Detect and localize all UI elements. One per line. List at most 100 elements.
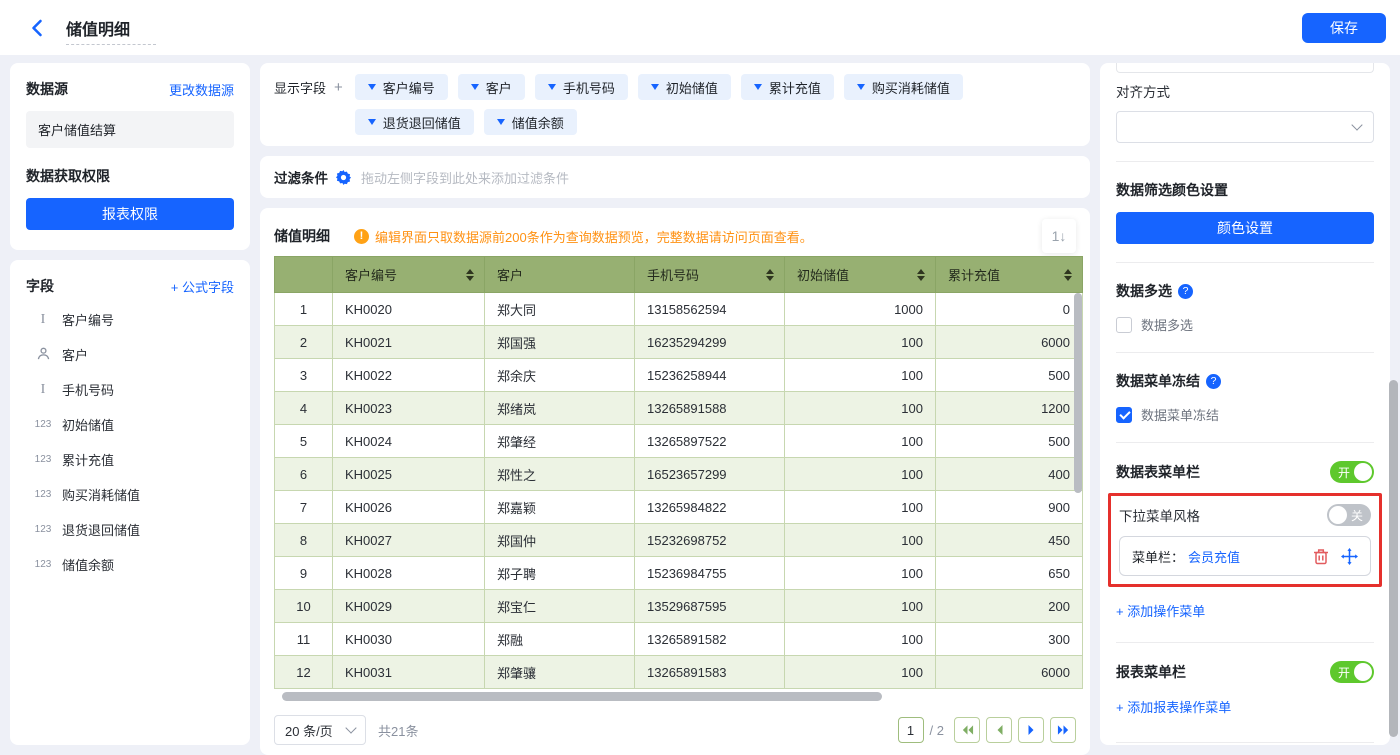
field-item[interactable]: 123购买消耗储值 (26, 477, 234, 512)
sort-icon[interactable] (917, 269, 925, 281)
table-menubar-toggle[interactable]: 开 (1330, 461, 1374, 483)
display-fields-label: 显示字段 (274, 78, 326, 97)
table-cell: KH0025 (333, 458, 485, 491)
highlight-red-box: 下拉菜单风格 关 菜单栏： 会员充值 (1108, 493, 1382, 587)
next-page-button[interactable] (1018, 717, 1044, 743)
top-bar: 储值明细 保存 (0, 0, 1400, 55)
formula-field-link[interactable]: + 公式字段 (171, 277, 234, 296)
dropdown-style-toggle[interactable]: 关 (1327, 504, 1371, 526)
clipped-control (1116, 63, 1374, 73)
table-vertical-scrollbar[interactable] (1074, 293, 1082, 493)
display-field-chip[interactable]: 手机号码 (535, 74, 628, 100)
table-cell: KH0020 (333, 293, 485, 326)
freeze-checkbox-row[interactable]: 数据菜单冻结 (1116, 405, 1374, 424)
table-cell: KH0022 (333, 359, 485, 392)
field-item[interactable]: 123初始储值 (26, 407, 234, 442)
display-field-chip[interactable]: 客户 (458, 74, 525, 100)
table-cell: 100 (785, 590, 936, 623)
change-datasource-link[interactable]: 更改数据源 (169, 80, 234, 99)
table-cell: 郑肇骧 (485, 656, 635, 689)
table-cell: 400 (936, 458, 1083, 491)
menu-item-row[interactable]: 菜单栏： 会员充值 (1119, 536, 1371, 576)
filter-title: 过滤条件 (274, 167, 328, 187)
display-field-chip[interactable]: 购买消耗储值 (844, 74, 963, 100)
add-report-menu-link[interactable]: + 添加报表操作菜单 (1116, 697, 1374, 716)
number-field-icon: 123 (32, 489, 54, 500)
menu-item-value: 会员充值 (1188, 547, 1240, 566)
table-cell: 郑国仲 (485, 524, 635, 557)
field-item[interactable]: 客户 (26, 337, 234, 372)
table-cell: 100 (785, 623, 936, 656)
field-item[interactable]: 123储值余额 (26, 547, 234, 582)
sort-icon[interactable] (466, 269, 474, 281)
table-cell: 100 (785, 326, 936, 359)
last-page-button[interactable] (1050, 717, 1076, 743)
report-permission-button[interactable]: 报表权限 (26, 198, 234, 230)
sort-icon[interactable] (766, 269, 774, 281)
add-display-field-icon[interactable]: + (334, 79, 343, 96)
add-action-menu-link[interactable]: + 添加操作菜单 (1116, 601, 1374, 620)
move-icon[interactable] (1341, 548, 1358, 565)
datasource-name: 客户储值结算 (26, 111, 234, 148)
align-select[interactable] (1116, 111, 1374, 143)
table-cell: 100 (785, 458, 936, 491)
trash-icon[interactable] (1313, 548, 1329, 565)
prev-page-button[interactable] (986, 717, 1012, 743)
save-button[interactable]: 保存 (1302, 13, 1386, 43)
pagination-bar: 20 条/页 共21条 1 / 2 (274, 715, 1076, 745)
table-cell: KH0023 (333, 392, 485, 425)
column-header[interactable]: 客户编号 (333, 257, 485, 293)
page-title: 储值明细 (66, 22, 156, 45)
help-icon[interactable]: ? (1178, 284, 1193, 299)
checkbox-checked[interactable] (1116, 407, 1132, 423)
display-field-chip[interactable]: 初始储值 (638, 74, 731, 100)
color-settings-button[interactable]: 颜色设置 (1116, 212, 1374, 244)
column-header (275, 257, 333, 293)
table-cell: 200 (936, 590, 1083, 623)
table-cell: 1 (275, 293, 333, 326)
field-item[interactable]: 123退货退回储值 (26, 512, 234, 547)
table-cell: 郑肇经 (485, 425, 635, 458)
first-page-button[interactable] (954, 717, 980, 743)
display-field-chip[interactable]: 储值余额 (484, 109, 577, 135)
chip-label: 客户编号 (383, 78, 435, 97)
help-icon[interactable]: ? (1206, 374, 1221, 389)
table-cell: 16235294299 (635, 326, 785, 359)
table-cell: 8 (275, 524, 333, 557)
current-page-input[interactable]: 1 (898, 717, 924, 743)
field-label: 手机号码 (62, 380, 114, 399)
display-field-chip[interactable]: 累计充值 (741, 74, 834, 100)
field-item[interactable]: 123累计充值 (26, 442, 234, 477)
multiselect-checkbox-row[interactable]: 数据多选 (1116, 315, 1374, 334)
display-field-chip[interactable]: 客户编号 (355, 74, 448, 100)
column-header[interactable]: 累计充值 (936, 257, 1083, 293)
table-cell: 6000 (936, 326, 1083, 359)
field-item[interactable]: I客户编号 (26, 302, 234, 337)
back-icon[interactable] (24, 16, 48, 40)
gear-icon[interactable] (336, 170, 351, 185)
table-cell: 13265897522 (635, 425, 785, 458)
table-cell: 6000 (936, 656, 1083, 689)
table-row: 6KH0025郑性之16523657299100400 (275, 458, 1083, 491)
chevron-down-icon (548, 84, 556, 90)
column-header[interactable]: 初始储值 (785, 257, 936, 293)
field-item[interactable]: I手机号码 (26, 372, 234, 407)
sort-order-icon[interactable]: 1↓ (1042, 219, 1076, 253)
checkbox-unchecked[interactable] (1116, 317, 1132, 333)
table-cell: 6 (275, 458, 333, 491)
chip-label: 客户 (486, 78, 512, 97)
column-header: 客户 (485, 257, 635, 293)
display-field-chips: 客户编号 客户 手机号码初始储值累计充值购买消耗储值退货退回储值储值余额 (355, 74, 1065, 135)
number-field-icon: 123 (32, 454, 54, 465)
column-header[interactable]: 手机号码 (635, 257, 785, 293)
page-size-select[interactable]: 20 条/页 (274, 715, 366, 745)
table-row: 3KH0022郑余庆15236258944100500 (275, 359, 1083, 392)
table-cell: 100 (785, 359, 936, 392)
chevron-down-icon (1351, 119, 1362, 130)
table-horizontal-scrollbar[interactable] (282, 692, 882, 701)
report-menubar-toggle[interactable]: 开 (1330, 661, 1374, 683)
table-cell: 2 (275, 326, 333, 359)
display-field-chip[interactable]: 退货退回储值 (355, 109, 474, 135)
sort-icon[interactable] (1064, 269, 1072, 281)
window-vertical-scrollbar[interactable] (1389, 380, 1398, 737)
